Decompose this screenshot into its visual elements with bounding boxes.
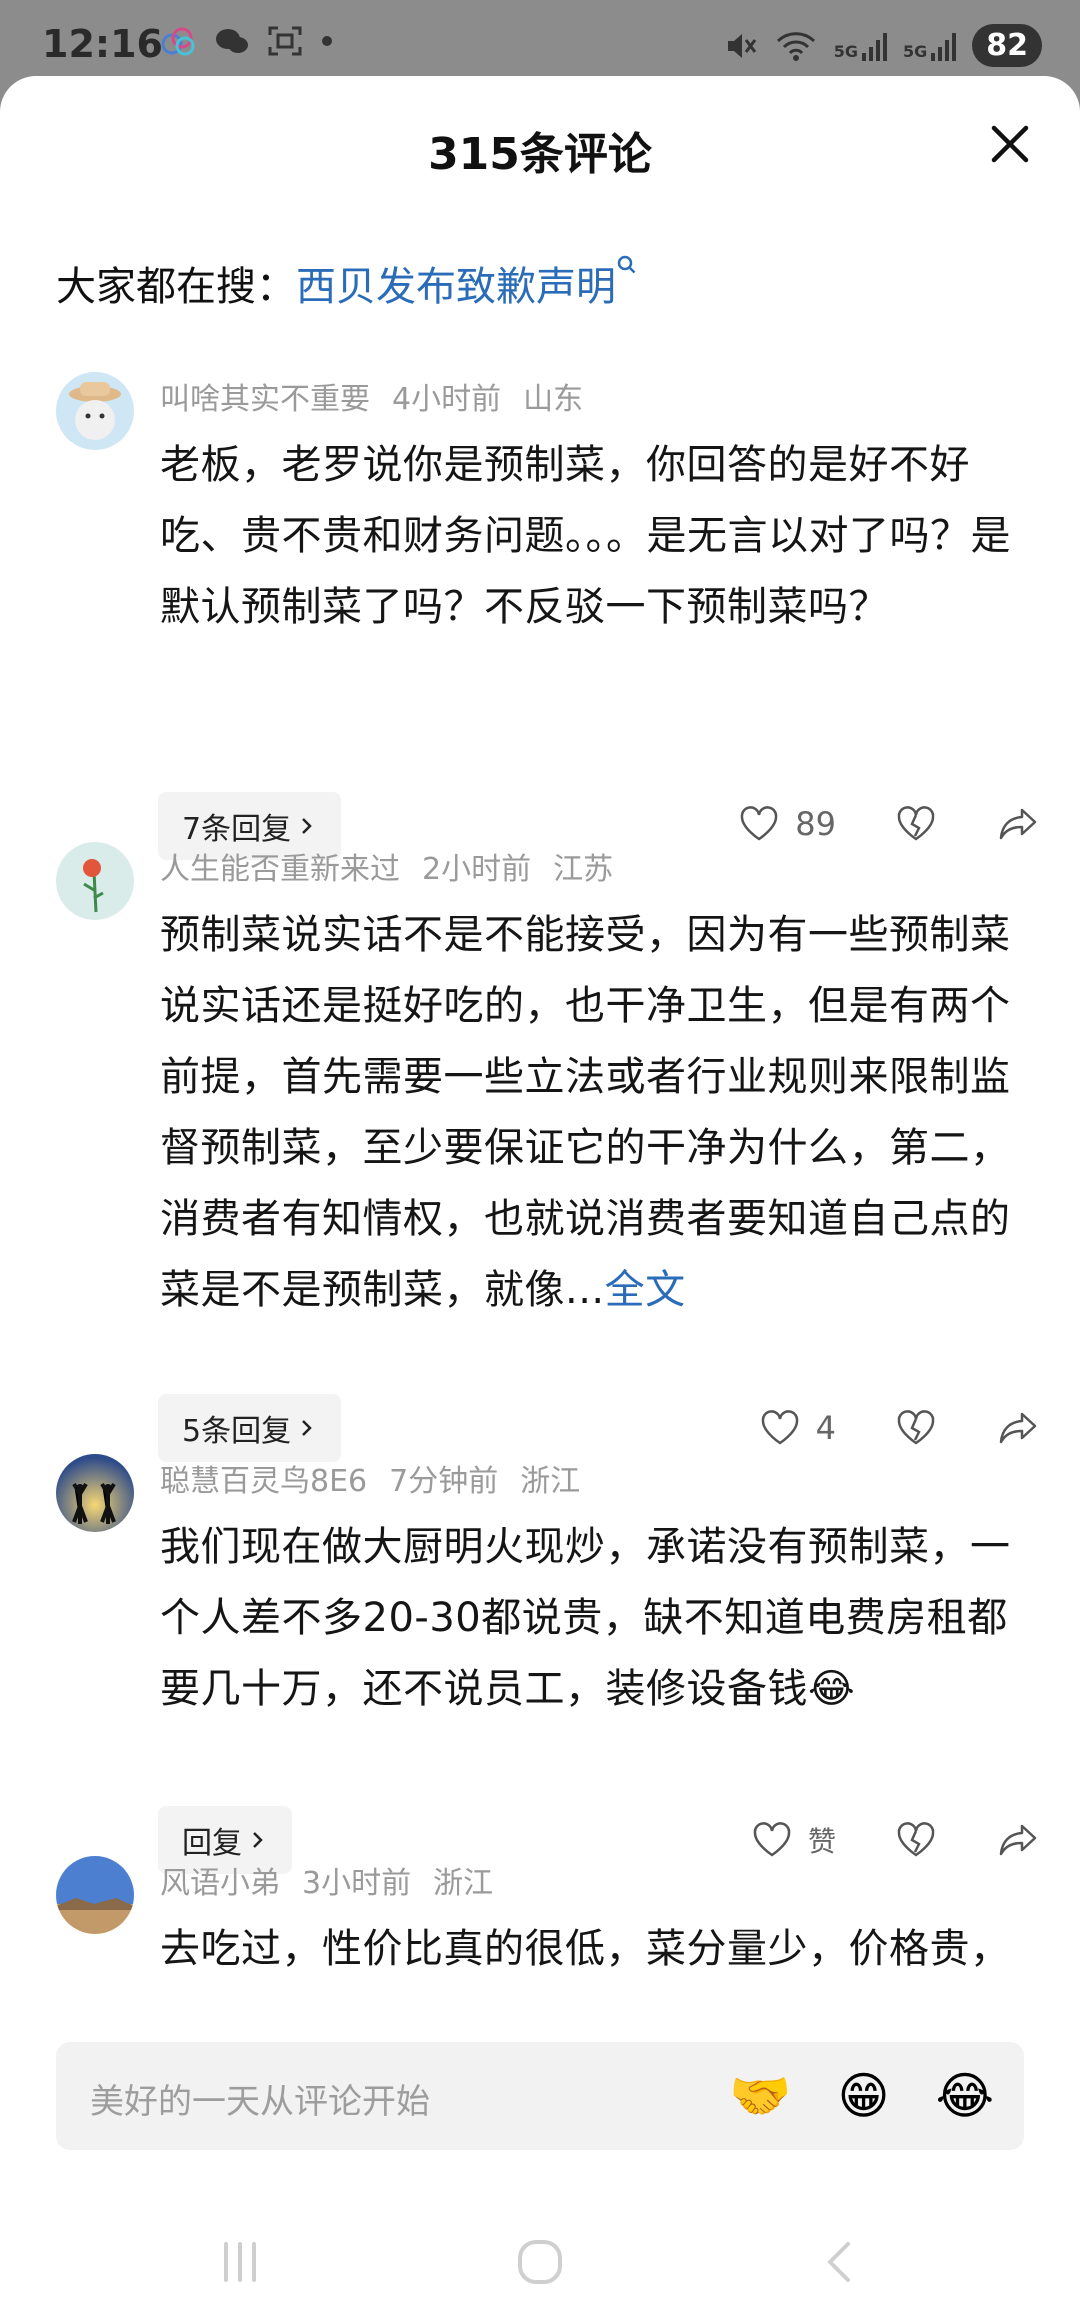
like-count: 89: [795, 805, 836, 843]
signal-label: 5G: [833, 41, 858, 61]
comment-location: 浙江: [433, 1866, 494, 1901]
dislike-icon[interactable]: [894, 1406, 938, 1450]
signal-5g-icon: 5G: [902, 31, 957, 61]
comment-text[interactable]: 老板，老罗说你是预制菜，你回答的是好不好吃、贵不贵和财务问题。。。是无言以对了吗…: [160, 430, 1030, 643]
handshake-emoji-button[interactable]: 🤝: [729, 2064, 791, 2128]
wifi-icon: [776, 31, 815, 61]
replies-label: 7条回复: [182, 812, 292, 847]
comment-sheet: 315条评论 大家都在搜：西贝发布致歉声明 叫啥其实不重要 4小时前 山东 老板，老…: [0, 76, 1080, 2316]
comment-meta: 风语小弟 3小时前 浙江: [160, 1858, 515, 1902]
dot-icon: [322, 36, 332, 46]
comment-username[interactable]: 风语小弟: [160, 1866, 280, 1901]
grin-emoji-button[interactable]: 😁: [837, 2064, 889, 2128]
comment-actions: 89: [737, 802, 1040, 846]
heart-icon: [761, 1410, 798, 1445]
comment-text-content: 预制菜说实话不是不能接受，因为有一些预制菜说实话还是挺好吃的，也干净卫生，但是有…: [160, 912, 1011, 1313]
comment-input-placeholder: 美好的一天从评论开始: [90, 2082, 430, 2122]
comment-meta: 聪慧百灵鸟8E6 7分钟前 浙江: [160, 1456, 602, 1500]
comment-meta: 人生能否重新来过 2小时前 江苏: [160, 844, 635, 888]
comment-username[interactable]: 叫啥其实不重要: [160, 382, 370, 417]
back-icon[interactable]: [814, 2236, 866, 2288]
recent-apps-icon[interactable]: [214, 2236, 266, 2288]
comment-text-content: 去吃过，性价比真的很低，菜分量少，价格贵，以后不会再去了: [160, 1926, 1011, 1972]
status-right: 5G 5G 82: [724, 24, 1042, 67]
expand-full-text-link[interactable]: 全文: [605, 1267, 686, 1313]
heart-icon: [741, 806, 778, 841]
comment-text[interactable]: 我们现在做大厨明火现炒，承诺没有预制菜，一个人差不多20-30都说贵，缺不知道电…: [160, 1512, 1030, 1725]
comment-text[interactable]: 预制菜说实话不是不能接受，因为有一些预制菜说实话还是挺好吃的，也干净卫生，但是有…: [160, 900, 1030, 1326]
close-icon[interactable]: [980, 114, 1040, 174]
wechat-icon: [216, 29, 248, 53]
comment-location: 山东: [523, 382, 584, 417]
sheet-title: 315条评论: [428, 129, 652, 180]
home-icon[interactable]: [514, 2236, 566, 2288]
comment-username[interactable]: 聪慧百灵鸟8E6: [160, 1464, 367, 1499]
trending-search-prefix: 大家都在搜：: [56, 264, 296, 310]
chevron-right-icon: [253, 1832, 263, 1848]
comment-item: 风语小弟 3小时前浙江 去吃过，性价比真的很低，菜分量少，价格贵，以后不会再去了: [0, 1856, 1080, 1980]
share-icon[interactable]: [996, 1406, 1040, 1450]
trending-search-link[interactable]: 西贝发布致歉声明: [296, 264, 616, 310]
like-count: 赞: [807, 1825, 836, 1858]
signal-5g-icon: 5G: [834, 31, 887, 61]
chevron-right-icon: [302, 818, 312, 834]
comment-location: 江苏: [553, 852, 614, 887]
avatar[interactable]: [56, 372, 134, 450]
comment-text-content: 老板，老罗说你是预制菜，你回答的是好不好吃、贵不贵和财务问题。。。是无言以对了吗…: [160, 442, 1011, 630]
comment-location: 浙江: [520, 1464, 581, 1499]
comment-actions: 4: [758, 1406, 1040, 1450]
cloud-icon: [161, 27, 195, 56]
signal-label: 5G: [902, 41, 928, 61]
scan-icon: [268, 26, 302, 56]
quick-emoji-row: 🤝 😁 😂: [729, 2064, 994, 2128]
comment-time: 3小时前: [302, 1866, 412, 1901]
search-icon: [617, 255, 636, 274]
comment-time: 7分钟前: [389, 1464, 499, 1499]
replies-label: 5条回复: [182, 1414, 292, 1449]
comment-username[interactable]: 人生能否重新来过: [160, 852, 400, 887]
avatar[interactable]: [56, 842, 134, 920]
like-button[interactable]: 89: [737, 802, 836, 846]
comment-text-content: 我们现在做大厨明火现炒，承诺没有预制菜，一个人差不多20-30都说贵，缺不知道电…: [160, 1524, 1011, 1712]
laugh-cry-emoji-button[interactable]: 😂: [936, 2064, 994, 2128]
status-time: 12:16: [42, 22, 163, 66]
trending-search: 大家都在搜：西贝发布致歉声明: [56, 254, 638, 312]
comment-time: 2小时前: [422, 852, 532, 887]
battery-indicator: 82: [972, 24, 1042, 67]
share-icon[interactable]: [996, 802, 1040, 846]
view-replies-button[interactable]: 5条回复: [158, 1394, 342, 1462]
mute-icon: [727, 33, 756, 58]
dislike-icon[interactable]: [894, 802, 938, 846]
like-button[interactable]: 4: [758, 1406, 836, 1450]
status-left-icons: [160, 26, 334, 56]
comment-input-bar[interactable]: 美好的一天从评论开始 🤝 😁 😂: [56, 2042, 1024, 2150]
avatar[interactable]: [56, 1856, 134, 1934]
system-nav-bar: [0, 2236, 1080, 2316]
like-count: 4: [815, 1409, 836, 1447]
chevron-right-icon: [302, 1420, 312, 1436]
avatar[interactable]: [56, 1454, 134, 1532]
comment-meta: 叫啥其实不重要 4小时前 山东: [160, 374, 605, 418]
comment-time: 4小时前: [392, 382, 502, 417]
comment-text[interactable]: 去吃过，性价比真的很低，菜分量少，价格贵，以后不会再去了: [160, 1914, 1030, 1980]
